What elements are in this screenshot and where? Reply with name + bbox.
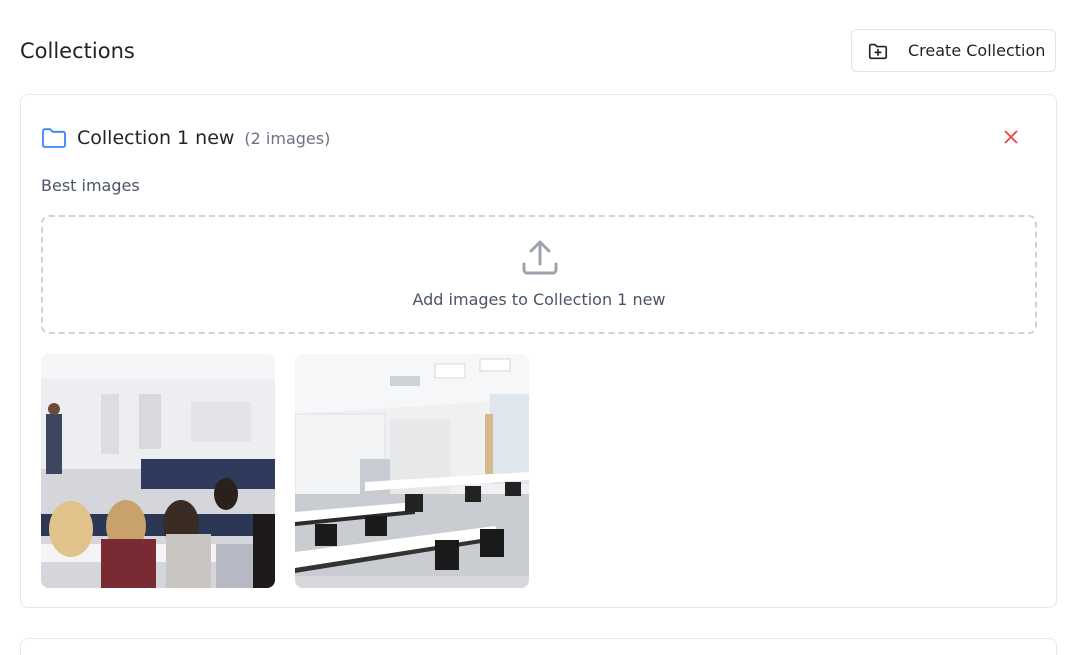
page-title: Collections bbox=[20, 39, 135, 63]
collection-card bbox=[20, 638, 1057, 655]
folder-icon bbox=[41, 127, 67, 149]
image-thumbnail[interactable] bbox=[41, 354, 275, 588]
dropzone-text: Add images to Collection 1 new bbox=[412, 290, 666, 309]
close-icon bbox=[1004, 130, 1018, 144]
create-collection-button[interactable]: Create Collection bbox=[851, 29, 1056, 72]
image-count: (2 images) bbox=[244, 128, 331, 148]
empty-classroom-image bbox=[295, 354, 529, 588]
delete-collection-button[interactable] bbox=[1002, 128, 1020, 146]
collection-card: Collection 1 new (2 images) Best images … bbox=[20, 94, 1057, 608]
collection-header: Collection 1 new (2 images) bbox=[41, 123, 330, 153]
upload-icon bbox=[522, 240, 558, 275]
collection-name: Collection 1 new bbox=[77, 127, 235, 149]
folder-plus-icon bbox=[867, 40, 889, 62]
collection-description: Best images bbox=[41, 176, 140, 195]
classroom-students-image bbox=[41, 354, 275, 588]
create-collection-label: Create Collection bbox=[908, 41, 1046, 60]
image-dropzone[interactable]: Add images to Collection 1 new bbox=[41, 215, 1037, 334]
image-thumbnail[interactable] bbox=[295, 354, 529, 588]
collections-page: Collections Create Collection Collection… bbox=[0, 0, 1077, 655]
